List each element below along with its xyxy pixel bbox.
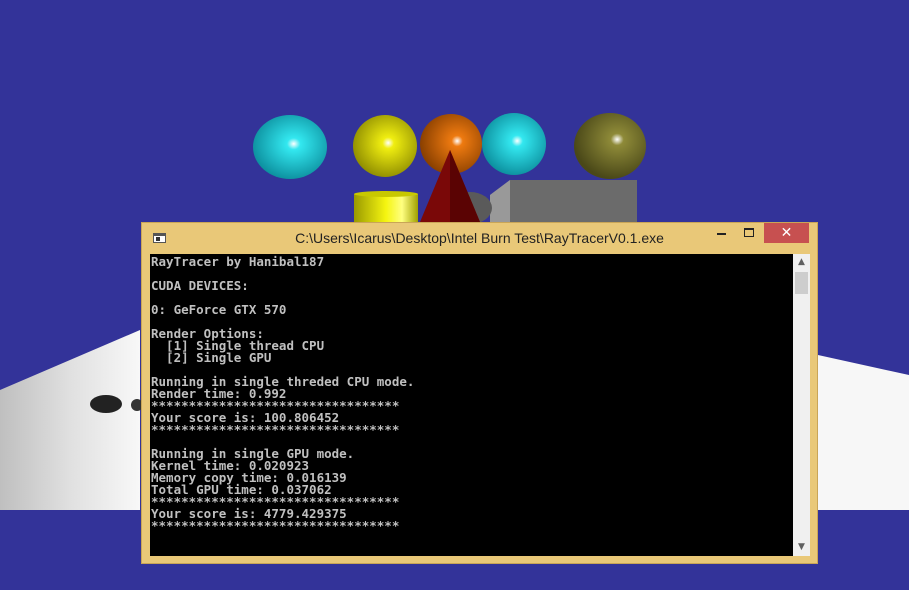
minimize-button[interactable] (708, 223, 734, 243)
console-line: [2] Single GPU (151, 350, 272, 365)
floor-plane-right (818, 355, 909, 510)
minimize-icon (716, 233, 726, 235)
close-button[interactable]: ✕ (764, 223, 809, 243)
console-line: CUDA DEVICES: (151, 278, 249, 293)
console-line: ********************************* (151, 518, 400, 533)
cyan-sphere-right (482, 113, 546, 175)
scroll-up-arrow-icon[interactable]: ▲ (793, 254, 810, 271)
yellow-cylinder (354, 194, 418, 222)
console-output: RayTracer by Hanibal187 CUDA DEVICES: 0:… (151, 254, 791, 533)
maximize-button[interactable] (736, 223, 762, 243)
scroll-thumb[interactable] (795, 272, 808, 294)
console-line: 0: GeForce GTX 570 (151, 302, 287, 317)
vertical-scrollbar[interactable]: ▲ ▼ (793, 254, 810, 556)
grey-box-side (490, 180, 510, 222)
floor-shadow (90, 395, 122, 413)
console-line: ********************************* (151, 422, 400, 437)
grey-box-front (510, 180, 637, 222)
yellow-cylinder-top (354, 191, 418, 197)
floor-plane (0, 330, 140, 510)
olive-sphere (574, 113, 646, 179)
scroll-down-arrow-icon[interactable]: ▼ (793, 539, 810, 556)
maximize-icon (744, 228, 754, 237)
console-line: RayTracer by Hanibal187 (151, 254, 325, 269)
cyan-sphere-left (253, 115, 327, 179)
yellow-sphere (353, 115, 417, 177)
console-window[interactable]: C:\Users\Icarus\Desktop\Intel Burn Test\… (141, 222, 818, 564)
console-body[interactable]: RayTracer by Hanibal187 CUDA DEVICES: 0:… (150, 254, 810, 556)
close-icon: ✕ (780, 225, 793, 241)
title-bar[interactable]: C:\Users\Icarus\Desktop\Intel Burn Test\… (142, 223, 817, 254)
